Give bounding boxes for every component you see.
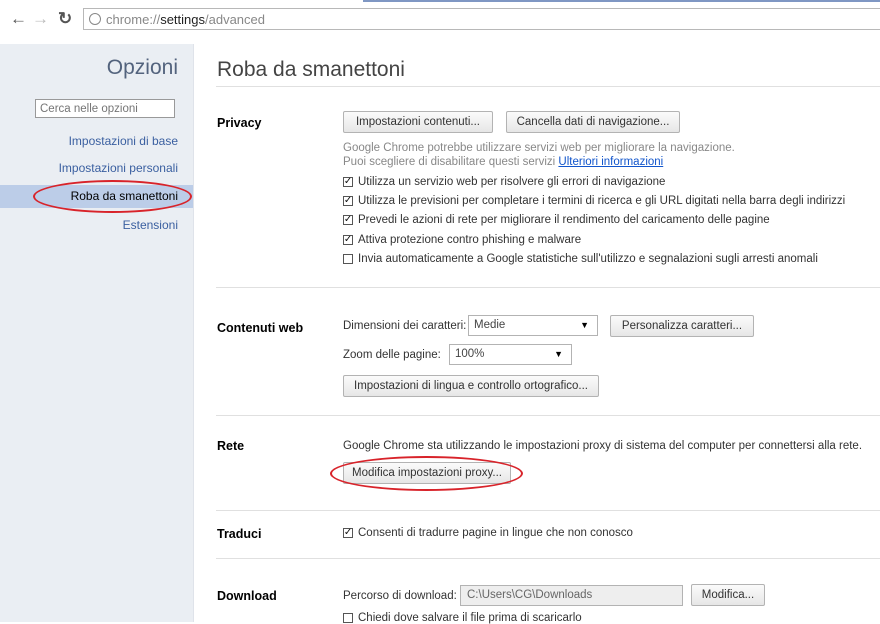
divider (216, 86, 880, 87)
checkbox-usage-stats[interactable]: Invia automaticamente a Google statistic… (343, 253, 818, 265)
section-heading-download: Download (217, 589, 277, 603)
checkbox-unchecked-icon (343, 254, 353, 264)
network-description: Google Chrome sta utilizzando le imposta… (343, 440, 863, 452)
reload-icon[interactable]: ↻ (58, 9, 72, 29)
address-bar[interactable]: chrome://settings/advanced (83, 8, 880, 30)
divider (216, 510, 880, 511)
change-download-path-button[interactable]: Modifica... (691, 584, 765, 606)
checkbox-network-prediction[interactable]: ✓ Prevedi le azioni di rete per migliorar… (343, 214, 770, 226)
checkbox-translate[interactable]: ✓ Consenti di tradurre pagine in lingue c… (343, 527, 633, 539)
section-heading-privacy: Privacy (217, 116, 262, 130)
checkbox-predictions[interactable]: ✓ Utilizza le previsioni per completare i… (343, 195, 845, 207)
search-input[interactable] (35, 99, 175, 118)
sidebar-title: Opzioni (106, 56, 178, 79)
browser-toolbar: ← → ↻ chrome://settings/advanced (0, 0, 880, 44)
url-text: chrome://settings/advanced (106, 12, 265, 27)
dropdown-arrow-icon: ▼ (580, 320, 589, 330)
customize-fonts-button[interactable]: Personalizza caratteri... (610, 315, 754, 337)
settings-main: Roba da smanettoni Privacy Impostazioni … (194, 44, 880, 624)
font-size-label: Dimensioni dei caratteri: (343, 320, 467, 332)
dropdown-arrow-icon: ▼ (554, 349, 563, 359)
font-size-select[interactable]: Medie ▼ (468, 315, 598, 336)
checkbox-checked-icon: ✓ (343, 195, 353, 206)
privacy-description: Google Chrome potrebbe utilizzare serviz… (343, 142, 735, 154)
checkbox-navigation-errors[interactable]: ✓ Utilizza un servizio web per risolvere … (343, 176, 665, 188)
section-heading-network: Rete (217, 439, 245, 453)
page-zoom-label: Zoom delle pagine: (343, 349, 441, 361)
divider (216, 558, 880, 559)
download-path-field: C:\Users\CG\Downloads (460, 585, 683, 606)
language-settings-button[interactable]: Impostazioni di lingua e controllo ortog… (343, 375, 599, 397)
change-proxy-settings-button[interactable]: Modifica impostazioni proxy... (343, 462, 511, 484)
checkbox-ask-download-location[interactable]: Chiedi dove salvare il file prima di sca… (343, 612, 582, 624)
page-icon (89, 13, 101, 25)
checkbox-phishing-protection[interactable]: ✓ Attiva protezione contro phishing e mal… (343, 234, 581, 246)
forward-icon[interactable]: → (32, 9, 49, 29)
divider (216, 287, 880, 288)
checkbox-checked-icon: ✓ (343, 214, 353, 225)
sidebar: Opzioni Impostazioni di base Impostazion… (0, 44, 194, 622)
sidebar-item-personal[interactable]: Impostazioni personali (59, 161, 178, 175)
privacy-description-2: Puoi scegliere di disabilitare questi se… (343, 156, 664, 168)
checkbox-checked-icon: ✓ (343, 234, 353, 245)
section-heading-translate: Traduci (217, 527, 262, 541)
section-heading-web-content: Contenuti web (217, 321, 304, 335)
sidebar-item-basics[interactable]: Impostazioni di base (69, 134, 178, 148)
download-path-label: Percorso di download: (343, 590, 457, 602)
sidebar-item-extensions[interactable]: Estensioni (123, 218, 178, 232)
sidebar-item-advanced[interactable]: Roba da smanettoni (0, 185, 193, 208)
checkbox-checked-icon: ✓ (343, 176, 353, 187)
more-info-link[interactable]: Ulteriori informazioni (558, 156, 663, 168)
clear-browsing-data-button[interactable]: Cancella dati di navigazione... (506, 111, 680, 133)
tab-strip-edge (363, 0, 880, 2)
divider (216, 415, 880, 416)
content-settings-button[interactable]: Impostazioni contenuti... (343, 111, 493, 133)
page-zoom-select[interactable]: 100% ▼ (449, 344, 572, 365)
page-title: Roba da smanettoni (217, 58, 405, 81)
back-icon[interactable]: ← (10, 9, 27, 29)
checkbox-checked-icon: ✓ (343, 527, 353, 538)
